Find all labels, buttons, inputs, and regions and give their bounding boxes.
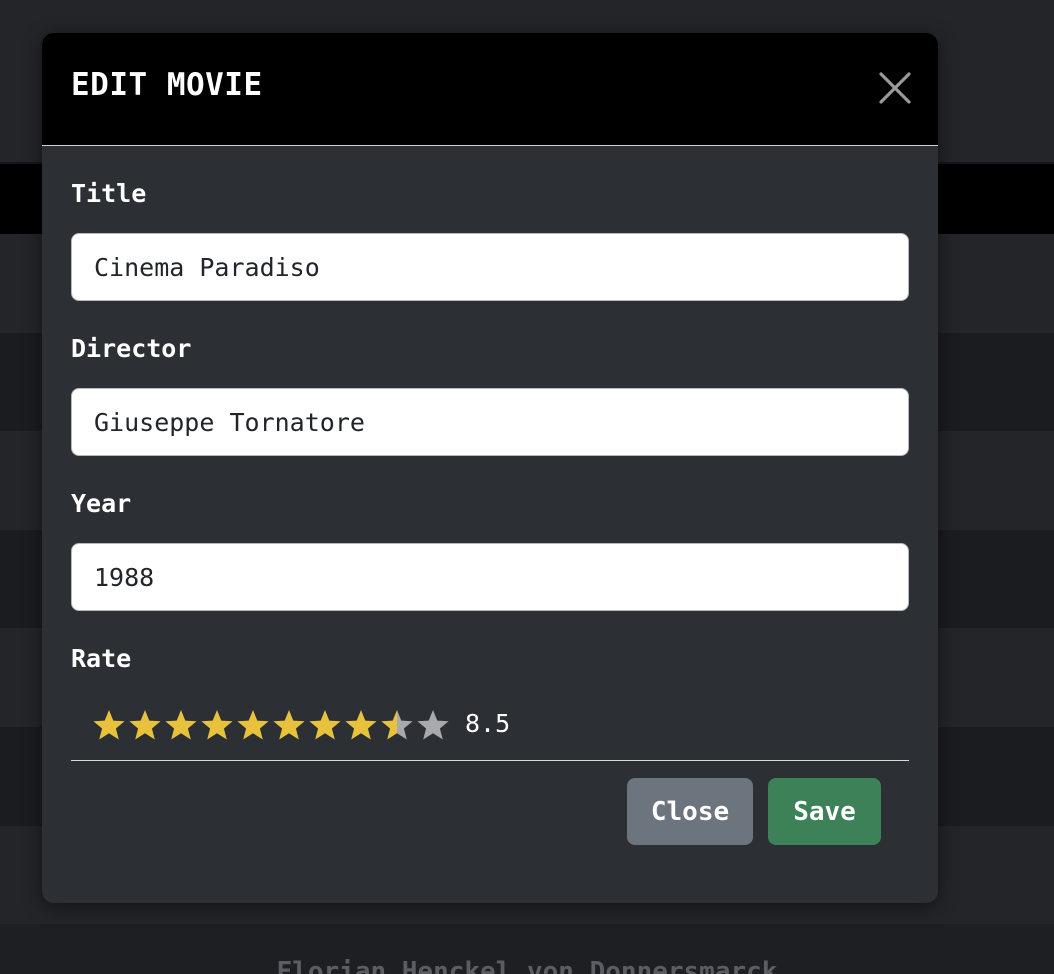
rate-value: 8.5: [465, 709, 511, 738]
star-rating-stars: [91, 708, 451, 744]
edit-movie-modal: EDIT MOVIE Title Director Year Rate 8.5 …: [42, 33, 938, 903]
background-cell-text: Florian Henckel von Donnersmarck: [276, 957, 778, 974]
star-icon[interactable]: [307, 708, 343, 744]
modal-title: EDIT MOVIE: [71, 67, 263, 103]
title-label: Title: [71, 179, 147, 208]
director-label: Director: [71, 334, 192, 363]
close-x-icon[interactable]: [878, 71, 912, 105]
rate-label: Rate: [71, 644, 132, 673]
modal-body: Title Director Year Rate 8.5: [71, 179, 909, 761]
year-input[interactable]: [71, 543, 909, 611]
star-icon[interactable]: [91, 708, 127, 744]
star-icon[interactable]: [415, 708, 451, 744]
director-input[interactable]: [71, 388, 909, 456]
star-rating: 8.5: [71, 674, 909, 761]
modal-footer: Close Save: [627, 778, 881, 845]
star-icon[interactable]: [199, 708, 235, 744]
star-icon[interactable]: [235, 708, 271, 744]
save-button[interactable]: Save: [768, 778, 881, 845]
star-icon[interactable]: [271, 708, 307, 744]
title-input[interactable]: [71, 233, 909, 301]
year-label: Year: [71, 489, 132, 518]
modal-header: EDIT MOVIE: [42, 33, 938, 146]
star-icon[interactable]: [127, 708, 163, 744]
star-icon[interactable]: [163, 708, 199, 744]
star-icon[interactable]: [343, 708, 379, 744]
star-icon[interactable]: [379, 708, 415, 744]
close-button[interactable]: Close: [627, 778, 753, 845]
